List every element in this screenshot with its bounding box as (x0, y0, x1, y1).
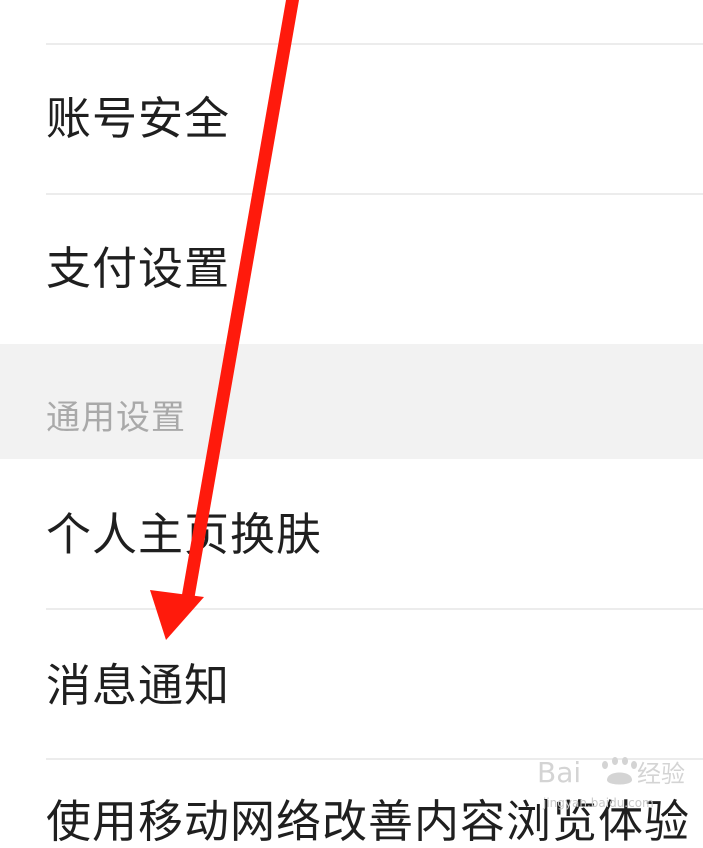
profile-skin-row[interactable]: 个人主页换肤 (0, 459, 703, 608)
mobile-network-experience-label: 使用移动网络改善内容浏览体验 (46, 795, 691, 848)
profile-skin-label: 个人主页换肤 (46, 508, 323, 561)
mobile-network-experience-row[interactable]: 使用移动网络改善内容浏览体验 (0, 760, 703, 848)
account-security-label: 账号安全 (46, 92, 231, 145)
account-security-row[interactable]: 账号安全 (0, 45, 703, 194)
message-notification-label: 消息通知 (46, 659, 231, 712)
general-settings-title: 通用设置 (46, 398, 186, 438)
message-notification-row[interactable]: 消息通知 (0, 610, 703, 758)
payment-settings-row[interactable]: 支付设置 (0, 195, 703, 344)
settings-list: 账号安全 支付设置 通用设置 个人主页换肤 消息通知 使用移动网络改善内容浏览体… (0, 0, 703, 848)
payment-settings-label: 支付设置 (46, 242, 231, 295)
